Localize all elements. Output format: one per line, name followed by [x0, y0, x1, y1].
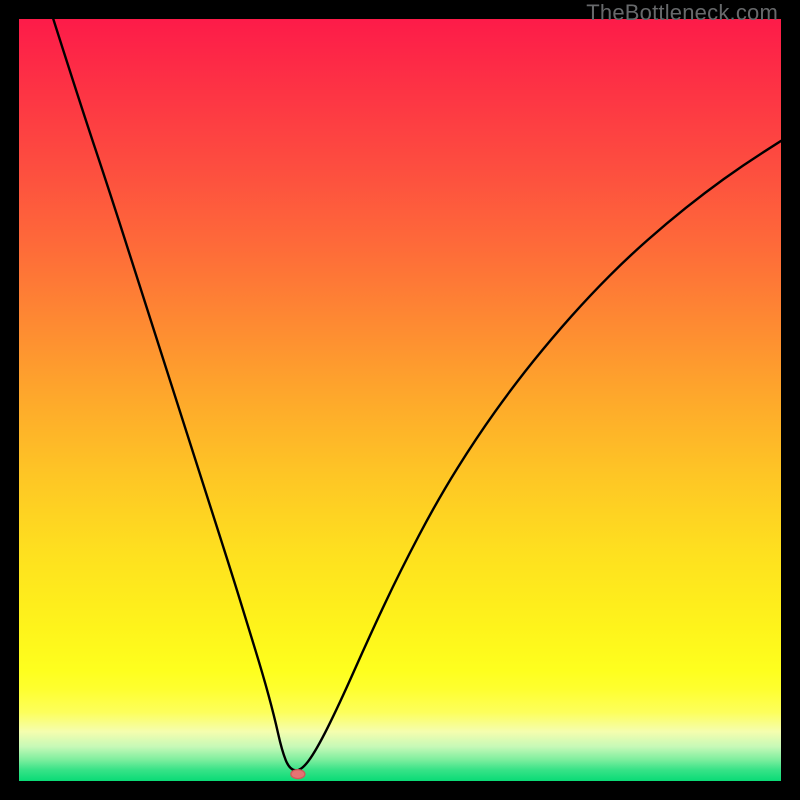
marker-dot [291, 770, 305, 779]
gradient-background [19, 19, 781, 781]
watermark-text: TheBottleneck.com [586, 0, 778, 26]
bottleneck-chart [19, 19, 781, 781]
chart-frame [19, 19, 781, 781]
